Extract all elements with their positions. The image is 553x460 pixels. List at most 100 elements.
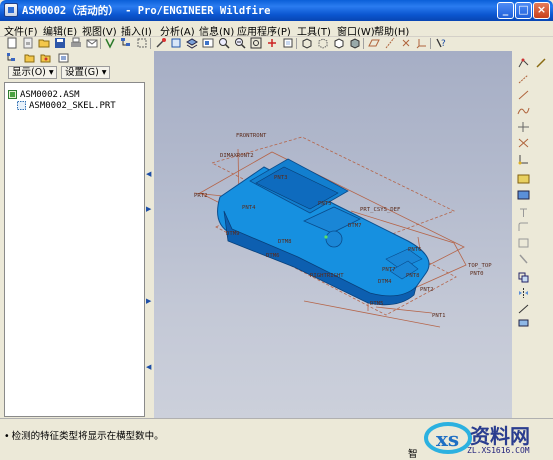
expand-arrow-icon[interactable]: ▶ xyxy=(146,297,151,305)
collapse-arrow-icon[interactable]: ◀ xyxy=(146,363,151,371)
draft-tool-icon[interactable] xyxy=(517,253,530,265)
no-hidden-icon[interactable] xyxy=(333,37,345,49)
datum-curve-tool-icon[interactable] xyxy=(517,89,530,101)
copy-tool-icon[interactable] xyxy=(517,271,530,283)
round-tool-icon[interactable] xyxy=(517,221,530,233)
save-icon[interactable] xyxy=(54,37,66,49)
datum-label: DTM4 xyxy=(378,279,392,285)
context-help-icon[interactable]: ? xyxy=(435,37,447,49)
point-tool-icon[interactable] xyxy=(517,137,530,149)
model-tree: ASM0002.ASM ASM0002_SKEL.PRT xyxy=(4,82,145,417)
panel-sash[interactable]: ◀ ▶ ▶ ◀ xyxy=(145,52,154,417)
favorites-tab-icon[interactable] xyxy=(40,52,51,63)
menu-view[interactable]: 视图(V) xyxy=(82,23,117,38)
menu-help[interactable]: 帮助(H) xyxy=(374,23,409,38)
create-component-icon[interactable] xyxy=(517,189,530,201)
shading-icon[interactable] xyxy=(349,37,361,49)
pattern-tool-icon[interactable] xyxy=(517,303,530,315)
spin-center-icon[interactable] xyxy=(266,37,278,49)
menu-applications[interactable]: 应用程序(P) xyxy=(237,23,291,38)
watermark-url: ZL.XS1616.COM xyxy=(467,446,530,455)
new-file-icon[interactable] xyxy=(6,37,18,49)
graphics-window[interactable]: FRONTRONT DIMAXRONT2 PNT3 PNT4 PNT5 PRT2… xyxy=(154,51,512,418)
close-button[interactable]: × xyxy=(533,2,550,19)
datum-label: DTM6 xyxy=(266,253,279,259)
regenerate-icon[interactable] xyxy=(104,37,116,49)
folder-icon[interactable] xyxy=(38,37,50,49)
datum-label: PNT8 xyxy=(406,273,420,279)
toolbar-separator xyxy=(296,38,297,49)
axis-tool-icon[interactable] xyxy=(517,121,530,133)
datum-label: RIGHTRIGHT xyxy=(310,273,344,279)
hole-tool-icon[interactable] xyxy=(517,207,530,219)
menu-info[interactable]: 信息(N) xyxy=(199,23,234,38)
model-tree-icon[interactable] xyxy=(120,37,132,49)
toolbar-separator xyxy=(430,38,431,49)
hidden-line-icon[interactable] xyxy=(317,37,329,49)
watermark-text: 资料网 xyxy=(470,424,530,448)
collapse-arrow-icon[interactable]: ◀ xyxy=(146,170,151,178)
datum-axis-tool-icon[interactable] xyxy=(517,73,530,85)
main-toolbar: ? xyxy=(0,37,553,51)
view-manager-icon[interactable] xyxy=(202,37,214,49)
datum-label: PNT4 xyxy=(242,205,256,211)
connections-tab-icon[interactable] xyxy=(58,52,69,63)
menu-edit[interactable]: 编辑(E) xyxy=(43,23,77,38)
app-icon xyxy=(4,3,18,17)
datum-label: DTM8 xyxy=(278,239,292,245)
message-area: • 检测的特征类型将显示在横型数中。 xyxy=(4,428,164,442)
datum-label: DTM5 xyxy=(370,301,383,307)
window-title: ASM0002（活动的） - Pro/ENGINEER Wildfire xyxy=(22,5,271,17)
toolbar-separator xyxy=(150,38,151,49)
message-bullet-icon: • xyxy=(4,431,10,442)
datum-label: PNT0 xyxy=(470,271,483,277)
datum-points-icon[interactable] xyxy=(400,37,412,49)
datum-label: PNT6 xyxy=(408,247,421,253)
zoom-in-icon[interactable] xyxy=(218,37,230,49)
zoom-out-icon[interactable] xyxy=(234,37,246,49)
toolbar-separator xyxy=(100,38,101,49)
datum-point-tool-icon[interactable] xyxy=(517,57,530,69)
menu-analysis[interactable]: 分析(A) xyxy=(160,23,195,38)
expand-arrow-icon[interactable]: ▶ xyxy=(146,205,151,213)
folder-browser-tab-icon[interactable] xyxy=(24,52,35,63)
coordinate-system-icon[interactable] xyxy=(416,37,428,49)
datum-axes-icon[interactable] xyxy=(384,37,396,49)
datum-label: TOP_TOP xyxy=(468,263,492,269)
datum-label: FRONTRONT xyxy=(236,133,267,139)
navigator-tabs xyxy=(2,52,145,65)
wireframe-icon[interactable] xyxy=(301,37,313,49)
model-tree-tab-icon[interactable] xyxy=(6,52,17,63)
toolbar-separator xyxy=(363,38,364,49)
layer-icon[interactable] xyxy=(186,37,198,49)
coordinate-tool-icon[interactable] xyxy=(517,153,530,165)
maximize-button[interactable]: □ xyxy=(515,2,532,19)
refit-icon[interactable] xyxy=(250,37,262,49)
datum-label: PNT3 xyxy=(274,175,287,181)
curve-tool-icon[interactable] xyxy=(517,105,530,117)
settings-dropdown[interactable]: 设置(G) ▾ xyxy=(61,66,110,79)
select-filter-icon[interactable] xyxy=(136,37,148,49)
saved-views-icon[interactable] xyxy=(282,37,294,49)
feature-toolbar xyxy=(513,51,553,418)
component-icon[interactable] xyxy=(517,173,530,185)
orient-icon[interactable] xyxy=(170,37,182,49)
offset-tool-icon[interactable] xyxy=(517,317,530,329)
datum-planes-icon[interactable] xyxy=(368,37,380,49)
mirror-tool-icon[interactable] xyxy=(517,287,530,299)
open-file-icon[interactable] xyxy=(22,37,34,49)
print-icon[interactable] xyxy=(70,37,82,49)
show-dropdown[interactable]: 显示(O) ▾ xyxy=(8,66,57,79)
repaint-icon[interactable] xyxy=(155,37,167,49)
tree-item-skeleton[interactable]: ASM0002_SKEL.PRT xyxy=(29,101,116,111)
menu-window[interactable]: 窗口(W) xyxy=(337,23,375,38)
sketch-tool-icon[interactable] xyxy=(535,57,548,69)
email-icon[interactable] xyxy=(86,37,98,49)
shell-tool-icon[interactable] xyxy=(517,237,530,249)
menu-insert[interactable]: 插入(I) xyxy=(121,23,152,38)
menu-tools[interactable]: 工具(T) xyxy=(297,23,331,38)
menu-file[interactable]: 文件(F) xyxy=(4,23,38,38)
tree-item-assembly[interactable]: ASM0002.ASM xyxy=(20,90,80,100)
minimize-button[interactable]: _ xyxy=(497,2,514,19)
datum-label: PNT1 xyxy=(432,313,445,319)
